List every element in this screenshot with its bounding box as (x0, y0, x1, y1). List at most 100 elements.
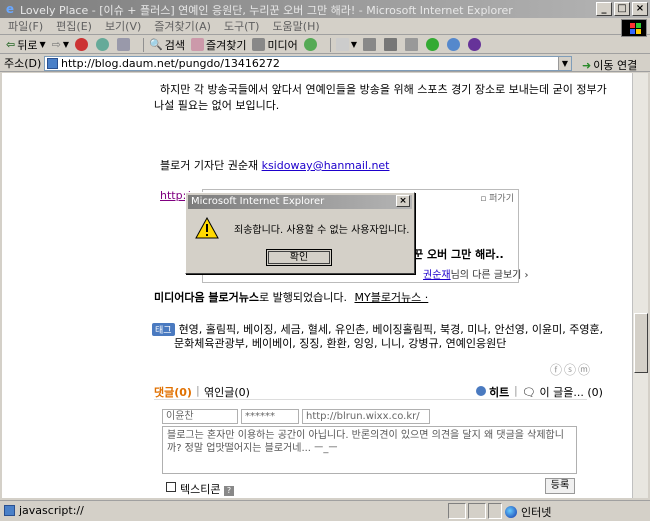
page-content: 하지만 각 방송국들에서 앞다서 연예인들을 방송을 위해 스포츠 경기 장소로… (2, 73, 632, 498)
comment-header: 댓글(0) | 엮인글(0) 히트 | 🗨 이 글을... (0) (154, 384, 603, 400)
research-button[interactable] (446, 38, 462, 51)
article-line-1: 하지만 각 방송국들에서 앞다서 연예인들을 방송을 위해 스포츠 경기 장소로… (160, 83, 607, 96)
comments-tab[interactable]: 댓글(0) (154, 384, 192, 400)
address-bar: 주소(D) http://blog.daum.net/pungdo/134162… (0, 55, 650, 72)
menu-tools[interactable]: 도구(T) (224, 18, 260, 34)
stop-icon (75, 38, 88, 51)
refresh-icon (96, 38, 109, 51)
ok-button[interactable]: 확인 (266, 249, 332, 266)
ie-logo-icon: e (5, 2, 15, 16)
menu-favorites[interactable]: 즐겨찾기(A) (154, 18, 211, 34)
links-button[interactable]: 연결 (617, 57, 637, 73)
emoticon-checkbox[interactable] (166, 482, 176, 492)
search-button[interactable]: 🔍 검색 (149, 37, 185, 53)
menu-bar: 파일(F) 편집(E) 보기(V) 즐겨찾기(A) 도구(T) 도움말(H) (0, 18, 650, 35)
email-link[interactable]: ksidoway@hanmail.net (262, 159, 390, 172)
mail-button[interactable]: ▼ (335, 38, 357, 51)
homepage-field[interactable]: http://blrun.wixx.co.kr/ (302, 409, 430, 424)
name-field[interactable]: 이윤찬 (162, 409, 238, 424)
close-button[interactable]: × (632, 2, 648, 16)
scrollbar-thumb[interactable] (634, 313, 648, 373)
extra-icon (467, 38, 481, 51)
status-cell (448, 503, 466, 519)
status-cell (488, 503, 502, 519)
menu-file[interactable]: 파일(F) (8, 18, 43, 34)
extra-button[interactable] (467, 38, 483, 51)
home-icon (117, 38, 130, 51)
discuss-button[interactable] (404, 38, 420, 51)
forward-arrow-icon: ⇨ (51, 38, 61, 51)
status-text: javascript:// (19, 504, 84, 517)
print-icon (362, 38, 376, 51)
address-dropdown-button[interactable]: ▼ (558, 57, 571, 70)
dialog-close-button[interactable]: × (396, 195, 410, 207)
address-label: 주소(D) (4, 57, 42, 70)
widget-author-link[interactable]: 권순재님의 다른 글보기 › (423, 266, 529, 281)
internet-globe-icon (505, 506, 517, 518)
go-button[interactable]: ➜ 이동 (582, 57, 613, 73)
windows-logo-icon (621, 19, 647, 37)
security-zone: 인터넷 (505, 504, 551, 520)
edit-button[interactable] (383, 38, 399, 51)
toolbar: ⇦ 뒤로 ▼ ⇨ ▼ 🔍 검색 즐겨찾기 미디어 ▼ (0, 36, 650, 54)
messenger-button[interactable] (425, 38, 441, 51)
share-icons[interactable]: ⓕⓢⓜ (550, 361, 592, 378)
password-field[interactable]: ****** (241, 409, 299, 424)
address-url: http://blog.daum.net/pungdo/13416272 (61, 57, 280, 70)
page-icon (47, 58, 58, 69)
home-button[interactable] (117, 38, 132, 51)
vertical-scrollbar[interactable] (632, 73, 648, 498)
minimize-button[interactable]: _ (596, 2, 612, 16)
chevron-down-icon: ▼ (62, 40, 69, 49)
hit-button[interactable]: 히트 (476, 384, 509, 400)
widget-headline[interactable]: 꾼 오버 그만 해라.. (413, 246, 504, 262)
tag-badge-icon: 태그 (152, 323, 175, 336)
edit-icon (383, 38, 397, 51)
tags-line-2[interactable]: 문화체육관광부, 베이베이, 징징, 환환, 잉잉, 니니, 강병규, 연예인응… (174, 335, 506, 351)
forward-button[interactable]: ⇨ ▼ (52, 38, 69, 51)
submit-button[interactable]: 등록 (545, 478, 575, 494)
dialog-message: 죄송합니다. 사용할 수 없는 사용자입니다. (234, 225, 410, 236)
emoticon-label: 텍스티콘 ? (180, 481, 234, 497)
status-cell (468, 503, 486, 519)
address-input[interactable]: http://blog.daum.net/pungdo/13416272 ▼ (44, 56, 572, 71)
scrap-link[interactable]: ▫ 퍼가기 (480, 191, 514, 204)
refresh-button[interactable] (96, 38, 111, 51)
warning-icon (195, 217, 219, 239)
byline: 블로거 기자단 권순재 ksidoway@hanmail.net (160, 159, 390, 172)
menu-edit[interactable]: 편집(E) (56, 18, 92, 34)
stop-button[interactable] (75, 38, 90, 51)
research-icon (446, 38, 460, 51)
media-button[interactable]: 미디어 (252, 37, 298, 53)
print-button[interactable] (362, 38, 378, 51)
comment-textarea[interactable]: 블로그는 혼자만 이용하는 공간이 아닙니다. 반론의견이 있으면 의견을 달지… (162, 426, 577, 474)
window-controls: _ □ × (596, 2, 648, 16)
dialog-title: Microsoft Internet Explorer (188, 195, 412, 209)
history-button[interactable] (303, 38, 319, 51)
trackback-tab[interactable]: 엮인글(0) (204, 384, 250, 400)
search-icon: 🔍 (149, 38, 163, 51)
favorites-icon (190, 38, 204, 51)
help-icon[interactable]: ? (223, 486, 234, 496)
alert-dialog: Microsoft Internet Explorer × 죄송합니다. 사용할… (185, 192, 415, 274)
window-title: Lovely Place - [이슈 + 플러스] 연예인 응원단, 누리꾼 오… (20, 4, 513, 17)
chevron-down-icon: ▼ (350, 40, 357, 49)
menu-view[interactable]: 보기(V) (105, 18, 141, 34)
title-bar: e Lovely Place - [이슈 + 플러스] 연예인 응원단, 누리꾼… (0, 0, 650, 18)
status-bar: javascript:// 인터넷 (0, 500, 650, 521)
maximize-button[interactable]: □ (614, 2, 630, 16)
menu-help[interactable]: 도움말(H) (272, 18, 319, 34)
mail-icon (335, 38, 349, 51)
article-line-2: 나설 필요는 없어 보입니다. (154, 99, 280, 112)
page-icon (4, 505, 15, 516)
back-button[interactable]: ⇦ 뒤로 ▼ (6, 37, 46, 53)
publish-line: 미디어다음 블로거뉴스로 발행되었습니다. MY블로거뉴스 · (154, 291, 429, 304)
status-text-area: javascript:// (4, 504, 84, 517)
hit-icon (476, 386, 486, 396)
favorites-button[interactable]: 즐겨찾기 (190, 37, 246, 53)
go-arrow-icon: ➜ (582, 58, 592, 72)
chevron-down-icon: ▼ (39, 40, 46, 49)
discuss-icon (404, 38, 418, 51)
my-blognews-link[interactable]: MY블로거뉴스 · (354, 291, 428, 304)
this-post-button[interactable]: 🗨 이 글을... (0) (522, 384, 603, 400)
